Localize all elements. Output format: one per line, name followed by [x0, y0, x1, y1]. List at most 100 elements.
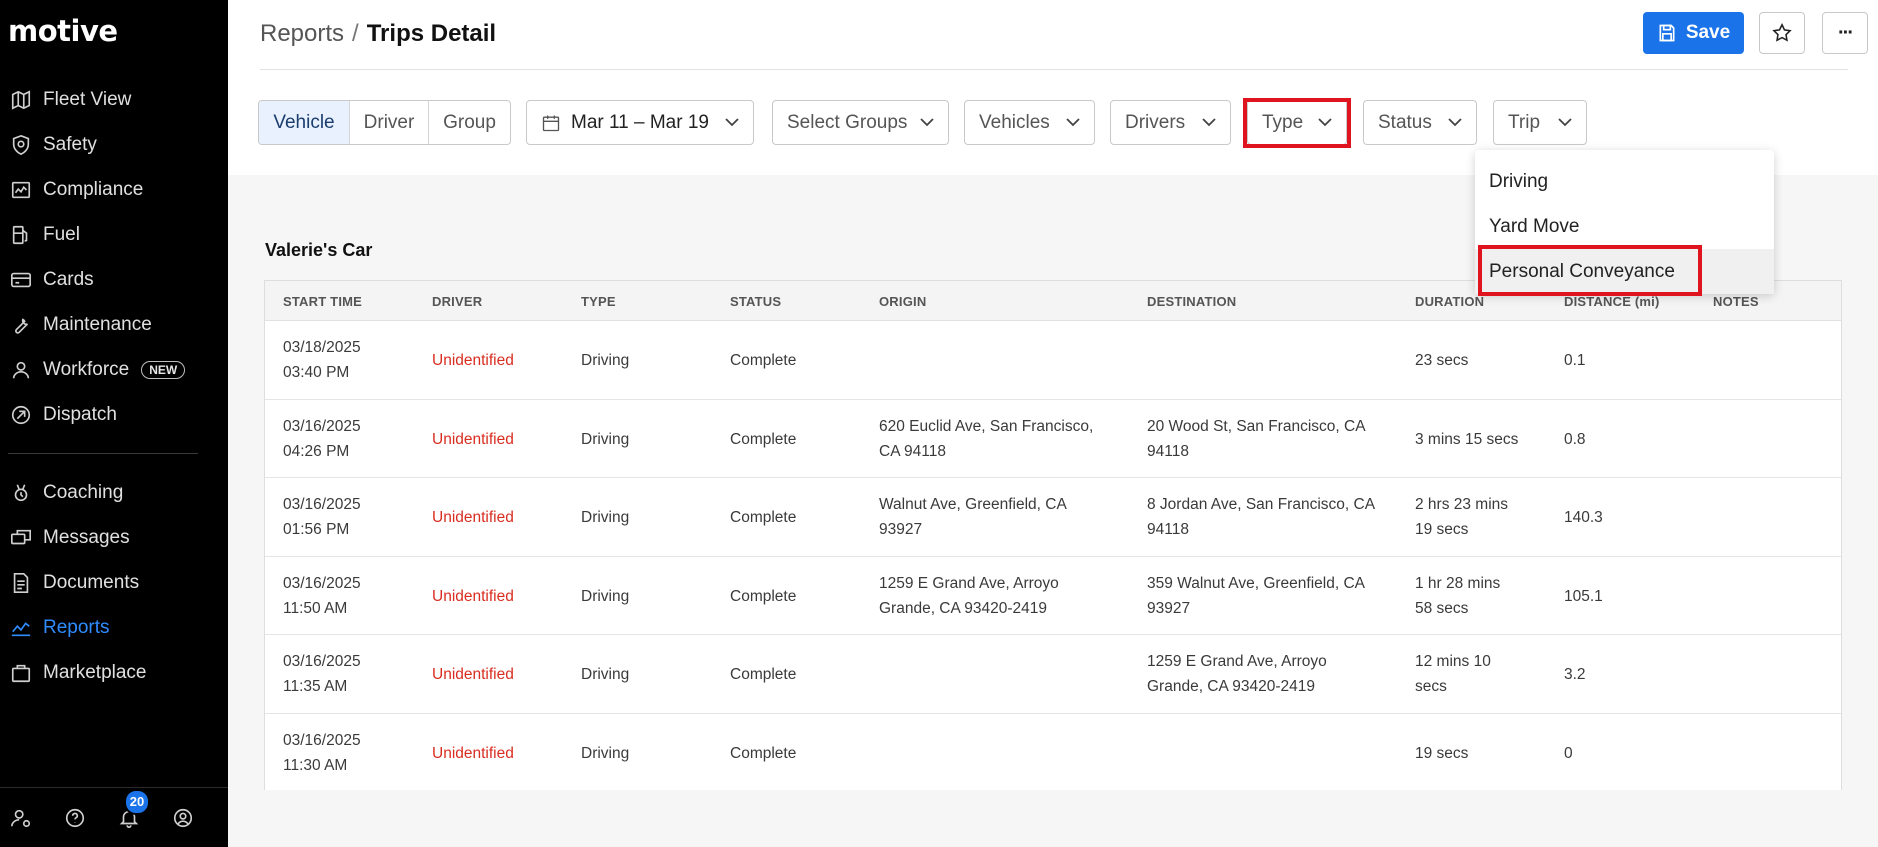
cell-line: 0.8	[1564, 430, 1586, 448]
account-icon[interactable]	[172, 807, 194, 829]
breadcrumb-separator: /	[352, 20, 359, 47]
cell-line: 3 mins 15 secs	[1415, 430, 1519, 448]
segment-driver[interactable]: Driver	[350, 101, 429, 144]
sidebar-item-maintenance[interactable]: Maintenance	[0, 302, 228, 347]
sidebar-item-label: Marketplace	[43, 661, 147, 683]
col-driver[interactable]: DRIVER	[432, 294, 482, 309]
table-row[interactable]: 03/16/2025 01:56 PM Unidentified Driving Com…	[265, 478, 1841, 557]
type-option-personal-conveyance[interactable]: Personal Conveyance	[1475, 249, 1774, 294]
cell-line: Complete	[730, 509, 797, 526]
type-option-driving[interactable]: Driving	[1475, 159, 1774, 204]
chevron-down-icon	[725, 118, 739, 127]
chevron-down-icon	[1202, 118, 1216, 127]
favorite-button[interactable]	[1759, 12, 1805, 54]
sidebar-item-documents[interactable]: Documents	[0, 560, 228, 605]
sidebar-item-coaching[interactable]: Coaching	[0, 470, 228, 515]
cell-driver[interactable]: Unidentified	[432, 741, 514, 766]
col-destination[interactable]: DESTINATION	[1147, 294, 1236, 309]
cell-line: secs	[1415, 678, 1447, 695]
motive-logo[interactable]: motive	[8, 14, 118, 48]
notification-count: 20	[124, 788, 150, 815]
type-filter[interactable]: Type	[1247, 100, 1347, 145]
col-duration[interactable]: DURATION	[1415, 294, 1484, 309]
sidebar-item-marketplace[interactable]: Marketplace	[0, 650, 228, 695]
cell-line: Unidentified	[432, 666, 514, 683]
type-option-yard-move[interactable]: Yard Move	[1475, 204, 1774, 249]
sidebar-item-fleet-view[interactable]: Fleet View	[0, 77, 228, 122]
help-icon[interactable]	[64, 807, 86, 829]
cell-driver[interactable]: Unidentified	[432, 662, 514, 687]
sidebar-item-messages[interactable]: Messages	[0, 515, 228, 560]
col-start-time[interactable]: START TIME	[283, 294, 362, 309]
cell-distance: 0.8	[1564, 427, 1586, 452]
sidebar-item-fuel[interactable]: Fuel	[0, 212, 228, 257]
breadcrumb-parent[interactable]: Reports	[260, 20, 344, 47]
cell-distance: 140.3	[1564, 505, 1603, 530]
cell-destination: 1259 E Grand Ave, Arroyo Grande, CA 93420…	[1147, 649, 1327, 699]
vehicles-filter[interactable]: Vehicles	[964, 100, 1095, 145]
sidebar-item-label: Compliance	[43, 178, 144, 200]
cell-line: 1259 E Grand Ave, Arroyo	[879, 574, 1059, 592]
cell-type: Driving	[581, 584, 629, 609]
table-row[interactable]: 03/16/2025 04:26 PM Unidentified Driving Com…	[265, 400, 1841, 478]
sidebar-item-compliance[interactable]: Compliance	[0, 167, 228, 212]
chart-icon	[10, 617, 32, 639]
sidebar-item-label: Dispatch	[43, 403, 117, 425]
cell-driver[interactable]: Unidentified	[432, 348, 514, 373]
save-label: Save	[1685, 22, 1731, 43]
cell-status: Complete	[730, 427, 796, 452]
cell-line: 04:26 PM	[283, 442, 350, 460]
date-range-value: Mar 11 – Mar 19	[571, 111, 709, 133]
cell-line: Complete	[730, 666, 797, 683]
col-status[interactable]: STATUS	[730, 294, 781, 309]
status-filter[interactable]: Status	[1363, 100, 1477, 145]
cell-type: Driving	[581, 427, 629, 452]
cell-driver[interactable]: Unidentified	[432, 427, 514, 452]
cell-origin: 1259 E Grand Ave, Arroyo Grande, CA 93420…	[879, 571, 1059, 621]
drivers-filter[interactable]: Drivers	[1110, 100, 1231, 145]
table-row[interactable]: 03/16/2025 11:35 AM Unidentified Driving Com…	[265, 635, 1841, 714]
cell-start-time: 03/18/2025 03:40 PM	[283, 335, 361, 385]
cell-type: Driving	[581, 662, 629, 687]
cell-line: 19 secs	[1415, 521, 1469, 538]
cell-start-time: 03/16/2025 01:56 PM	[283, 492, 361, 542]
cell-duration: 12 mins 10 secs	[1415, 649, 1491, 699]
messages-icon	[10, 527, 32, 549]
sidebar-item-reports[interactable]: Reports	[0, 605, 228, 650]
sidebar-item-cards[interactable]: Cards	[0, 257, 228, 302]
cell-status: Complete	[730, 584, 796, 609]
cell-duration: 23 secs	[1415, 348, 1468, 373]
cell-distance: 0.1	[1564, 348, 1586, 373]
shield-icon	[10, 134, 32, 156]
sidebar-item-dispatch[interactable]: Dispatch	[0, 392, 228, 437]
more-options-button[interactable]: ···	[1822, 12, 1868, 54]
cell-line: 03:40 PM	[283, 364, 350, 381]
col-type[interactable]: TYPE	[581, 294, 616, 309]
chevron-down-icon	[1318, 118, 1332, 127]
sidebar-item-workforce[interactable]: Workforce NEW	[0, 347, 228, 392]
segment-vehicle[interactable]: Vehicle	[259, 101, 350, 144]
sidebar-footer: 20	[0, 787, 228, 847]
cell-line: Unidentified	[432, 430, 514, 448]
cell-line: Complete	[730, 430, 797, 448]
user-settings-icon[interactable]	[10, 807, 32, 829]
table-row[interactable]: 03/16/2025 11:30 AM Unidentified Driving Com…	[265, 714, 1841, 791]
sidebar-item-safety[interactable]: Safety	[0, 122, 228, 167]
cell-duration: 1 hr 28 mins 58 secs	[1415, 571, 1500, 621]
table-row[interactable]: 03/18/2025 03:40 PM Unidentified Driving Com…	[265, 321, 1841, 400]
date-range-picker[interactable]: Mar 11 – Mar 19	[526, 100, 754, 145]
col-distance[interactable]: DISTANCE (mi)	[1564, 294, 1660, 309]
segment-group[interactable]: Group	[429, 101, 510, 144]
col-notes[interactable]: NOTES	[1713, 294, 1759, 309]
bell-icon[interactable]: 20	[118, 788, 150, 829]
col-origin[interactable]: ORIGIN	[879, 294, 926, 309]
save-button[interactable]: Save	[1643, 12, 1744, 54]
cell-line: Complete	[730, 587, 797, 605]
groups-filter[interactable]: Select Groups	[772, 100, 949, 145]
cell-line: Driving	[581, 666, 630, 683]
cell-driver[interactable]: Unidentified	[432, 584, 514, 609]
trip-filter[interactable]: Trip	[1493, 100, 1587, 145]
table-row[interactable]: 03/16/2025 11:50 AM Unidentified Driving Com…	[265, 557, 1841, 635]
cell-driver[interactable]: Unidentified	[432, 505, 514, 530]
cell-line: Driving	[581, 509, 630, 526]
